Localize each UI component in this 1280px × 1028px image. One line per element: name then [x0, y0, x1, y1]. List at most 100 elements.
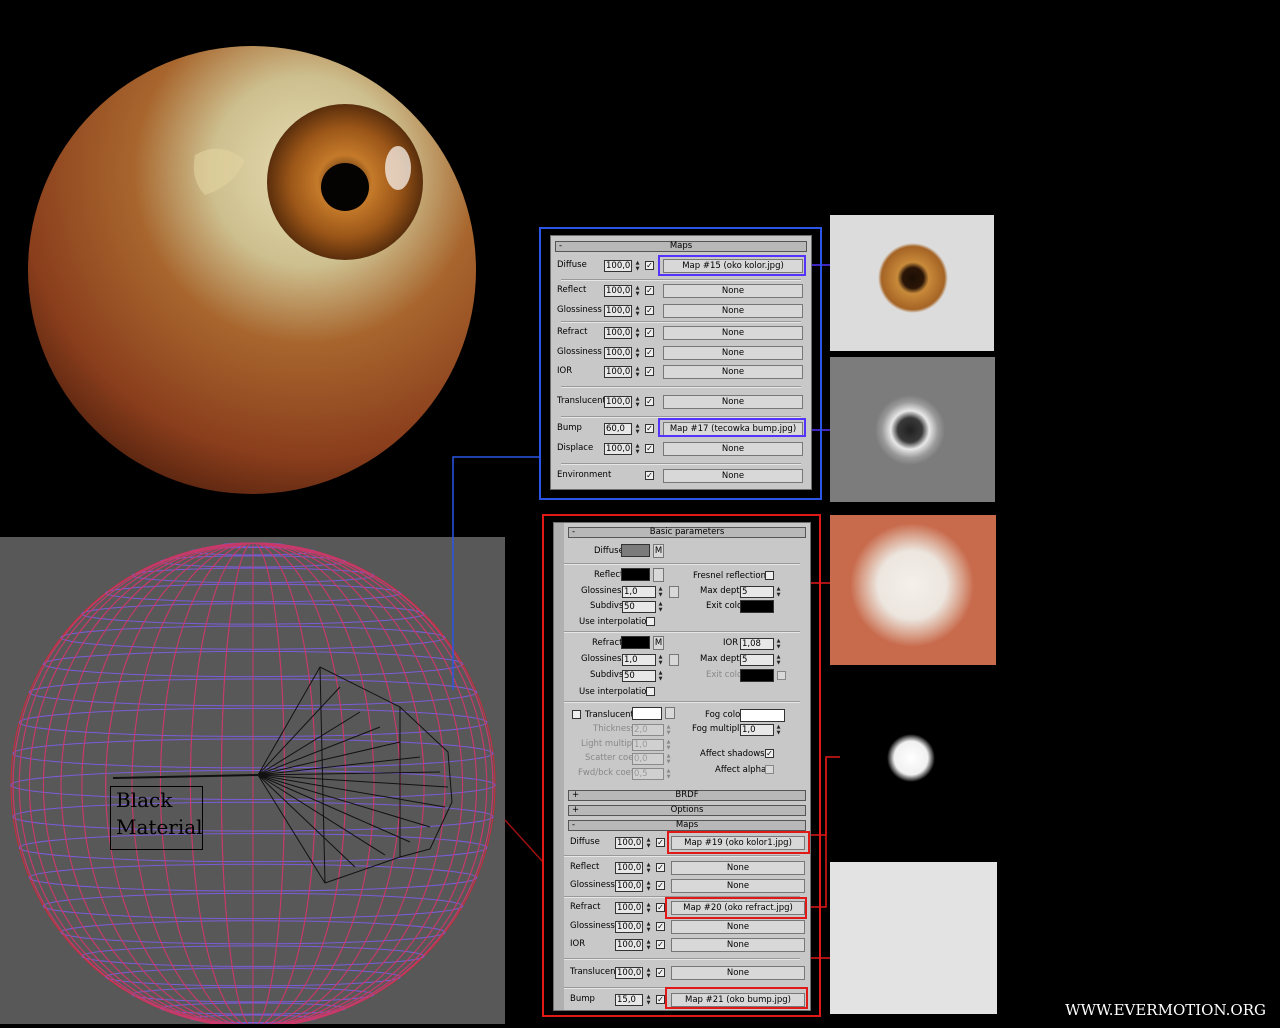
spinner-arrows[interactable]: ▲ ▼	[645, 994, 652, 1006]
spinner-arrows[interactable]: ▲ ▼	[634, 396, 641, 408]
refract-color-swatch[interactable]	[621, 636, 650, 649]
map-enable-checkbox[interactable]: ✓	[645, 367, 654, 376]
map-slot-button[interactable]: None	[663, 442, 803, 456]
map-enable-checkbox[interactable]: ✓	[645, 328, 654, 337]
spinner-arrows[interactable]: ▲ ▼	[634, 305, 641, 317]
map-enable-checkbox[interactable]: ✓	[645, 348, 654, 357]
diffuse-map-button[interactable]: M	[653, 544, 664, 558]
spinner-arrows[interactable]: ▲ ▼	[665, 724, 672, 736]
spinner-arrows[interactable]: ▲ ▼	[665, 753, 672, 765]
light-mult-spinner[interactable]: 1,0	[632, 739, 664, 751]
refract-map-button[interactable]: M	[653, 636, 664, 650]
spinner-arrows[interactable]: ▲ ▼	[634, 423, 641, 435]
map-enable-checkbox[interactable]: ✓	[656, 995, 665, 1004]
spinner-arrows[interactable]: ▲ ▼	[634, 443, 641, 455]
spinner-arrows[interactable]: ▲ ▼	[634, 327, 641, 339]
map-amount-spinner[interactable]: 100,0	[604, 396, 632, 408]
map-enable-checkbox[interactable]: ✓	[656, 940, 665, 949]
refr-subdivs-spinner[interactable]: 50	[622, 670, 656, 682]
refl-glossiness-spinner[interactable]: 1,0	[622, 586, 656, 598]
map-enable-checkbox[interactable]: ✓	[656, 968, 665, 977]
spinner-arrows[interactable]: ▲ ▼	[645, 967, 652, 979]
map-slot-button[interactable]: None	[663, 346, 803, 360]
options-rollout[interactable]: + Options	[568, 805, 806, 816]
translucent-color-swatch[interactable]	[632, 707, 662, 720]
spinner-arrows[interactable]: ▲ ▼	[634, 285, 641, 297]
map-enable-checkbox[interactable]: ✓	[645, 444, 654, 453]
spinner-arrows[interactable]: ▲ ▼	[634, 347, 641, 359]
spinner-arrows[interactable]: ▲ ▼	[775, 638, 782, 650]
map-amount-spinner[interactable]: 100,0	[604, 260, 632, 272]
map-amount-spinner[interactable]: 100,0	[604, 443, 632, 455]
map-slot-button[interactable]: None	[663, 365, 803, 379]
map-amount-spinner[interactable]: 15,0	[615, 994, 643, 1006]
ior-spinner[interactable]: 1,08	[740, 638, 774, 650]
fog-mult-spinner[interactable]: 1,0	[740, 724, 774, 736]
map-amount-spinner[interactable]: 100,0	[604, 347, 632, 359]
spinner-arrows[interactable]: ▲ ▼	[775, 724, 782, 736]
brdf-rollout[interactable]: + BRDF	[568, 790, 806, 801]
fog-color-swatch[interactable]	[740, 709, 785, 722]
map-enable-checkbox[interactable]: ✓	[656, 922, 665, 931]
map-slot-button[interactable]: None	[663, 326, 803, 340]
map-slot-button[interactable]: None	[671, 879, 805, 893]
spinner-arrows[interactable]: ▲ ▼	[645, 939, 652, 951]
exit-color-swatch[interactable]	[740, 600, 774, 613]
use-interp-checkbox[interactable]	[646, 687, 655, 696]
spinner-arrows[interactable]: ▲ ▼	[634, 260, 641, 272]
map-slot-button[interactable]: None	[663, 284, 803, 298]
spinner-arrows[interactable]: ▲ ▼	[665, 768, 672, 780]
reflect-map-button[interactable]	[653, 568, 664, 582]
glossiness-map-button[interactable]	[669, 654, 679, 666]
scatter-spinner[interactable]: 0,0	[632, 753, 664, 765]
spinner-arrows[interactable]: ▲ ▼	[645, 837, 652, 849]
maps-rollout[interactable]: - Maps	[568, 820, 806, 831]
exit-color-checkbox[interactable]	[777, 671, 786, 680]
map-amount-spinner[interactable]: 100,0	[604, 366, 632, 378]
spinner-arrows[interactable]: ▲ ▼	[645, 921, 652, 933]
maps-rollout-header[interactable]: - Maps	[555, 241, 807, 252]
map-enable-checkbox[interactable]: ✓	[645, 306, 654, 315]
spinner-arrows[interactable]: ▲ ▼	[634, 366, 641, 378]
map-slot-button[interactable]: None	[671, 966, 805, 980]
spinner-arrows[interactable]: ▲ ▼	[775, 654, 782, 666]
fwd-spinner[interactable]: 0,5	[632, 768, 664, 780]
glossiness-map-button[interactable]	[669, 586, 679, 598]
refr-exit-color-swatch[interactable]	[740, 669, 774, 682]
map-enable-checkbox[interactable]: ✓	[656, 838, 665, 847]
map-enable-checkbox[interactable]: ✓	[656, 903, 665, 912]
use-interp-checkbox[interactable]	[646, 617, 655, 626]
spinner-arrows[interactable]: ▲ ▼	[657, 586, 664, 598]
map-amount-spinner[interactable]: 100,0	[615, 921, 643, 933]
affect-alpha-checkbox[interactable]	[765, 765, 774, 774]
spinner-arrows[interactable]: ▲ ▼	[657, 601, 664, 613]
map-slot-button[interactable]: None	[671, 938, 805, 952]
basic-params-rollout[interactable]: - Basic parameters	[568, 527, 806, 538]
map-slot-button[interactable]: None	[663, 469, 803, 483]
fresnel-checkbox[interactable]	[765, 571, 774, 580]
refr-max-depth-spinner[interactable]: 5	[740, 654, 774, 666]
spinner-arrows[interactable]: ▲ ▼	[657, 670, 664, 682]
map-amount-spinner[interactable]: 100,0	[615, 967, 643, 979]
map-enable-checkbox[interactable]: ✓	[645, 286, 654, 295]
map-amount-spinner[interactable]: 100,0	[604, 327, 632, 339]
translucent-map-button[interactable]	[665, 707, 675, 719]
refl-subdivs-spinner[interactable]: 50	[622, 601, 656, 613]
spinner-arrows[interactable]: ▲ ▼	[665, 739, 672, 751]
map-slot-button[interactable]: None	[671, 861, 805, 875]
map-amount-spinner[interactable]: 60,0	[604, 423, 632, 435]
spinner-arrows[interactable]: ▲ ▼	[775, 586, 782, 598]
spinner-arrows[interactable]: ▲ ▼	[645, 902, 652, 914]
map-amount-spinner[interactable]: 100,0	[615, 880, 643, 892]
map-enable-checkbox[interactable]: ✓	[645, 424, 654, 433]
map-amount-spinner[interactable]: 100,0	[604, 305, 632, 317]
spinner-arrows[interactable]: ▲ ▼	[657, 654, 664, 666]
map-slot-button[interactable]: None	[663, 395, 803, 409]
map-amount-spinner[interactable]: 100,0	[615, 902, 643, 914]
map-enable-checkbox[interactable]: ✓	[645, 397, 654, 406]
map-amount-spinner[interactable]: 100,0	[615, 939, 643, 951]
translucent-checkbox[interactable]	[572, 710, 581, 719]
map-slot-button[interactable]: None	[671, 920, 805, 934]
map-enable-checkbox[interactable]: ✓	[656, 863, 665, 872]
map-enable-checkbox[interactable]: ✓	[645, 471, 654, 480]
